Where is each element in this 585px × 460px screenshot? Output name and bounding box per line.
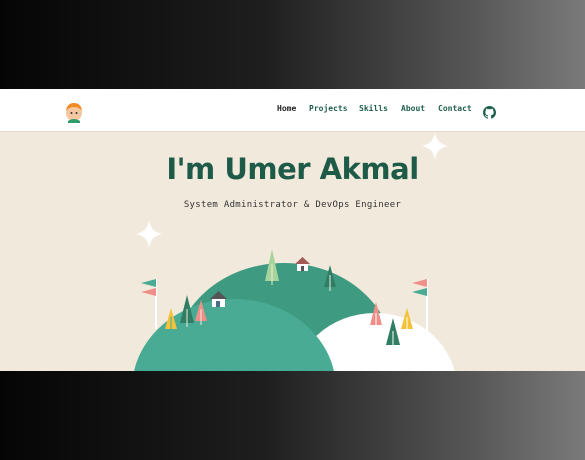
flag-icon	[141, 279, 157, 329]
hills-illustration	[134, 249, 455, 371]
house-icon	[295, 257, 310, 271]
browser-viewport: Home Projects Skills About Contact I'm U…	[0, 89, 585, 371]
